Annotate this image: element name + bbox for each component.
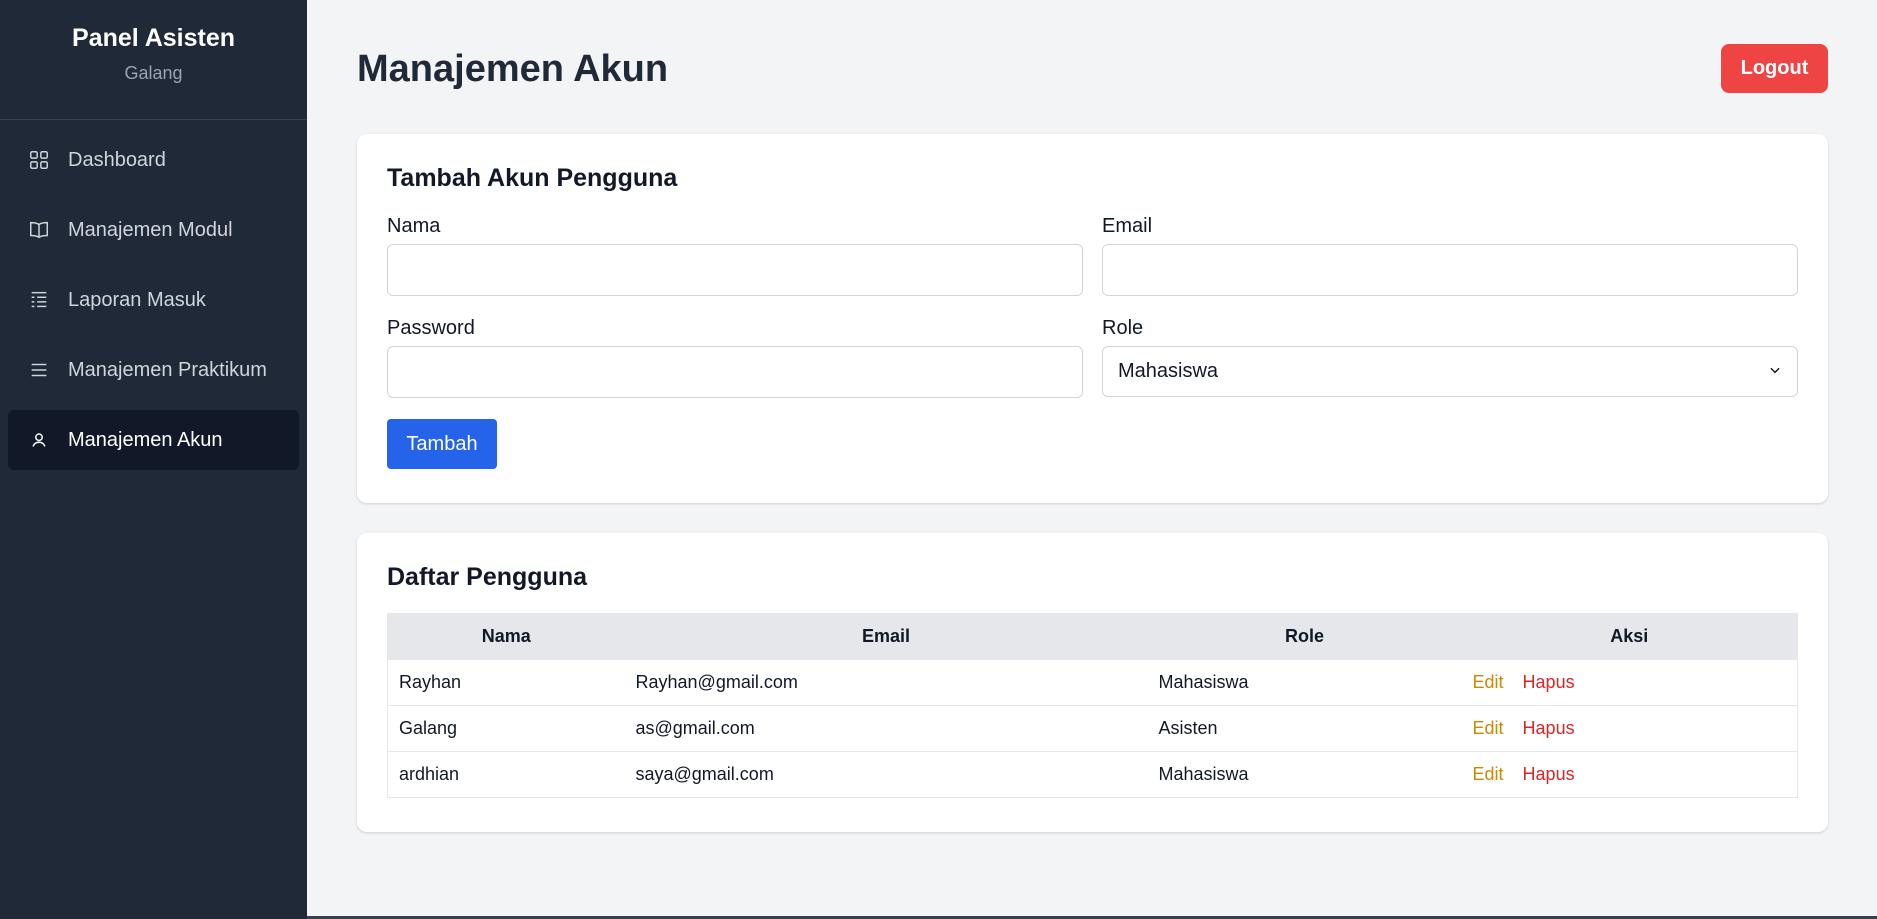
email-input[interactable] <box>1102 244 1798 296</box>
nama-input[interactable] <box>387 244 1083 296</box>
cell-email: as@gmail.com <box>624 705 1148 752</box>
role-field-group: Role Mahasiswa <box>1102 317 1798 398</box>
logout-button[interactable]: Logout <box>1721 43 1828 93</box>
user-list-title: Daftar Pengguna <box>387 563 588 591</box>
add-account-form: Nama Email Password Role Mahasiswa <box>387 215 1798 398</box>
email-field-group: Email <box>1102 215 1798 296</box>
column-header-role: Role <box>1147 613 1462 660</box>
edit-link[interactable]: Edit <box>1473 672 1504 692</box>
sidebar-item-dashboard[interactable]: Dashboard <box>8 130 299 190</box>
app-root: Panel Asisten Galang Dashboard Manajemen… <box>0 0 1877 919</box>
cell-aksi: Edit Hapus <box>1461 659 1798 706</box>
edit-link[interactable]: Edit <box>1473 718 1504 738</box>
hapus-link[interactable]: Hapus <box>1523 764 1575 784</box>
sidebar-brand: Panel Asisten Galang <box>0 0 307 120</box>
table-header-row: Nama Email Role Aksi <box>387 613 1798 660</box>
cell-role: Mahasiswa <box>1147 659 1462 706</box>
cell-aksi: Edit Hapus <box>1461 751 1798 798</box>
column-header-nama: Nama <box>387 613 625 660</box>
add-account-card: Tambah Akun Pengguna Nama Email Password… <box>357 134 1828 503</box>
table-row: ardhian saya@gmail.com Mahasiswa Edit Ha… <box>387 751 1798 798</box>
nama-label: Nama <box>387 215 441 237</box>
sidebar: Panel Asisten Galang Dashboard Manajemen… <box>0 0 307 919</box>
cell-nama: Rayhan <box>387 659 625 706</box>
user-list-card: Daftar Pengguna Nama Email Role Aksi Ray… <box>357 533 1828 832</box>
add-account-title: Tambah Akun Pengguna <box>387 164 678 192</box>
grid-icon <box>28 149 50 171</box>
sidebar-item-manajemen-akun[interactable]: Manajemen Akun <box>8 410 299 470</box>
book-icon <box>28 219 50 241</box>
edit-link[interactable]: Edit <box>1473 764 1504 784</box>
cell-role: Asisten <box>1147 705 1462 752</box>
sidebar-item-label: Manajemen Praktikum <box>68 358 267 381</box>
sidebar-item-label: Laporan Masuk <box>68 288 206 311</box>
main-content: Manajemen Akun Logout Tambah Akun Penggu… <box>307 0 1877 919</box>
menu-icon <box>28 359 50 381</box>
user-table: Nama Email Role Aksi Rayhan Rayhan@gmail… <box>387 613 1798 798</box>
cell-email: saya@gmail.com <box>624 751 1148 798</box>
column-header-email: Email <box>624 613 1148 660</box>
cell-nama: Galang <box>387 705 625 752</box>
sidebar-item-label: Dashboard <box>68 148 166 171</box>
tambah-button[interactable]: Tambah <box>387 419 497 469</box>
sidebar-title: Panel Asisten <box>71 23 236 52</box>
cell-nama: ardhian <box>387 751 625 798</box>
cell-aksi: Edit Hapus <box>1461 705 1798 752</box>
report-icon <box>28 289 50 311</box>
table-row: Rayhan Rayhan@gmail.com Mahasiswa Edit H… <box>387 659 1798 706</box>
nama-field-group: Nama <box>387 215 1083 296</box>
password-label: Password <box>387 317 475 339</box>
sidebar-item-manajemen-modul[interactable]: Manajemen Modul <box>8 200 299 260</box>
sidebar-item-manajemen-praktikum[interactable]: Manajemen Praktikum <box>8 340 299 400</box>
sidebar-username: Galang <box>124 62 183 83</box>
cell-role: Mahasiswa <box>1147 751 1462 798</box>
email-label: Email <box>1102 215 1153 237</box>
table-row: Galang as@gmail.com Asisten Edit Hapus <box>387 705 1798 752</box>
role-label: Role <box>1102 317 1144 339</box>
password-field-group: Password <box>387 317 1083 398</box>
hapus-link[interactable]: Hapus <box>1523 718 1575 738</box>
role-select[interactable]: Mahasiswa <box>1102 346 1798 397</box>
cell-email: Rayhan@gmail.com <box>624 659 1148 706</box>
page-title: Manajemen Akun <box>357 47 669 90</box>
sidebar-item-laporan-masuk[interactable]: Laporan Masuk <box>8 270 299 330</box>
hapus-link[interactable]: Hapus <box>1523 672 1575 692</box>
sidebar-nav: Dashboard Manajemen Modul Laporan Masuk … <box>0 120 307 480</box>
sidebar-item-label: Manajemen Akun <box>68 428 223 451</box>
password-input[interactable] <box>387 346 1083 398</box>
sidebar-item-label: Manajemen Modul <box>68 218 233 241</box>
column-header-aksi: Aksi <box>1461 613 1798 660</box>
user-icon <box>28 429 50 451</box>
chevron-down-icon <box>1768 360 1782 383</box>
role-selected-value: Mahasiswa <box>1118 360 1219 382</box>
page-header: Manajemen Akun Logout <box>357 0 1828 134</box>
